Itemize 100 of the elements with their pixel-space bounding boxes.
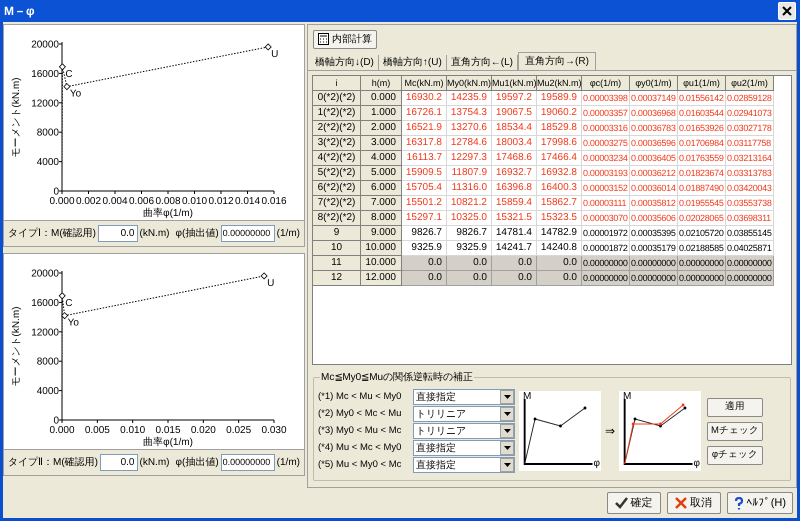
tab[interactable]: 橋軸方向↑(U): [378, 55, 447, 70]
tick-label: 20000: [31, 40, 59, 50]
axis-label: M: [623, 390, 632, 404]
table-cell: 0.00035606: [630, 211, 678, 226]
point-marker: [61, 312, 68, 320]
tick-label: 0.030: [261, 425, 287, 436]
table-cell: 0.00036596: [630, 136, 678, 151]
table-cell: 0.0: [447, 271, 492, 286]
table-cell: 0.00000000: [630, 256, 678, 271]
input-field[interactable]: 0.00000000: [220, 225, 275, 242]
table-cell: 0.01823674: [678, 166, 726, 181]
dialog-button[interactable]: ﾍﾙﾌﾟ(H): [726, 492, 793, 514]
row-header: 10.000: [361, 241, 402, 256]
table-cell: 0.00000000: [630, 271, 678, 286]
table-cell: 0.0: [492, 256, 537, 271]
table-cell: 0.02188585: [678, 241, 726, 256]
table-cell: 0.00003357: [582, 106, 630, 121]
table-cell: 18534.4: [492, 121, 537, 136]
column-header: φc(1/m): [582, 76, 630, 91]
row-header: 10.000: [361, 256, 402, 271]
row-header: 3.000: [361, 136, 402, 151]
point-label: C: [65, 298, 72, 309]
table-cell: 0.0: [447, 256, 492, 271]
table-cell: 0.00036783: [630, 121, 678, 136]
table-cell: 14241.7: [492, 241, 537, 256]
table-cell: 16400.3: [537, 181, 582, 196]
dialog-button[interactable]: 取消: [666, 492, 721, 514]
table-cell: 0.00000000: [678, 271, 726, 286]
dropdown[interactable]: トリリニア: [413, 406, 515, 422]
column-header: φu1(1/m): [678, 76, 726, 91]
table-cell: 0.00035395: [630, 226, 678, 241]
action-button[interactable]: φチェック: [707, 446, 763, 464]
table-cell: 0.00036212: [630, 166, 678, 181]
table-cell: 13270.6: [447, 121, 492, 136]
table-cell: 19597.2: [492, 91, 537, 106]
table-cell: 15323.5: [537, 211, 582, 226]
table-cell: 0.01603544: [678, 106, 726, 121]
tick-label: 8000: [36, 356, 59, 368]
table-cell: 15909.5: [402, 166, 447, 181]
dialog-button[interactable]: 確定: [606, 492, 661, 514]
table-cell: 19067.5: [492, 106, 537, 121]
column-header: φu2(1/m): [726, 76, 774, 91]
table-cell: 0.03213164: [726, 151, 774, 166]
tick-label: 0.006: [128, 196, 154, 207]
input-field[interactable]: 0.00000000: [220, 454, 275, 471]
axis-label: φ: [694, 457, 700, 471]
unit-label: (1/m): [276, 227, 300, 241]
table-cell: 0.03027178: [726, 121, 774, 136]
row-header: 10: [313, 241, 361, 256]
axis-title: 曲率φ(1/m): [143, 208, 193, 219]
window-title: M－φ: [4, 3, 35, 20]
tick-label: 0.025: [226, 425, 252, 436]
table-cell: 16113.7: [402, 151, 447, 166]
table-cell: 15501.2: [402, 196, 447, 211]
table-cell: 0.02941073: [726, 106, 774, 121]
dropdown[interactable]: 直接指定: [413, 457, 515, 473]
tab[interactable]: 橋軸方向↓(D): [311, 55, 379, 70]
tick-label: 0: [53, 186, 59, 198]
table-cell: 14781.4: [492, 226, 537, 241]
table-cell: 10821.2: [447, 196, 492, 211]
axes-drawing: [524, 399, 593, 465]
row-header: 0.000: [361, 91, 402, 106]
table-cell: 16521.9: [402, 121, 447, 136]
table-cell: 0.00003070: [582, 211, 630, 226]
calculate-button[interactable]: 内部計算: [313, 30, 377, 48]
tick-label: 0.000: [49, 196, 75, 207]
row-header: 8(*2)(*2): [313, 211, 361, 226]
table-cell: 0.00003193: [582, 166, 630, 181]
row-header: 7.000: [361, 196, 402, 211]
action-button[interactable]: Mチェック: [707, 422, 763, 440]
table-cell: 13754.3: [447, 106, 492, 121]
input-field[interactable]: 0.0: [100, 454, 138, 471]
point-label: U: [267, 278, 274, 289]
axis-title: モーメント(kN.m): [11, 306, 22, 386]
table-cell: 16726.1: [402, 106, 447, 121]
column-header: φy0(1/m): [630, 76, 678, 91]
row-header: 11: [313, 256, 361, 271]
tick-label: 0.008: [155, 196, 181, 207]
row-header: 1.000: [361, 106, 402, 121]
table-cell: 10325.0: [447, 211, 492, 226]
table-cell: 0.02105720: [678, 226, 726, 241]
dropdown[interactable]: トリリニア: [413, 423, 515, 439]
action-button[interactable]: 適用: [707, 398, 763, 416]
input-field[interactable]: 0.0: [98, 225, 138, 242]
tick-label: 0.000: [49, 425, 75, 436]
tab[interactable]: 直角方向→(R): [518, 52, 596, 70]
dropdown[interactable]: 直接指定: [413, 440, 515, 456]
close-icon: [782, 6, 792, 16]
point-marker: [63, 83, 70, 90]
table-cell: 17998.6: [537, 136, 582, 151]
field-label: φ(抽出値): [176, 226, 219, 241]
table-cell: 17466.4: [537, 151, 582, 166]
close-button[interactable]: [778, 2, 796, 20]
table-cell: 0.00003152: [582, 181, 630, 196]
option-label: (*5) Mu < My0 < Mc: [318, 458, 402, 472]
row-header: 2.000: [361, 121, 402, 136]
table-cell: 0.01706984: [678, 136, 726, 151]
dropdown[interactable]: 直接指定: [413, 389, 515, 405]
column-header: Mc(kN.m): [402, 76, 447, 91]
row-header: 8.000: [361, 211, 402, 226]
